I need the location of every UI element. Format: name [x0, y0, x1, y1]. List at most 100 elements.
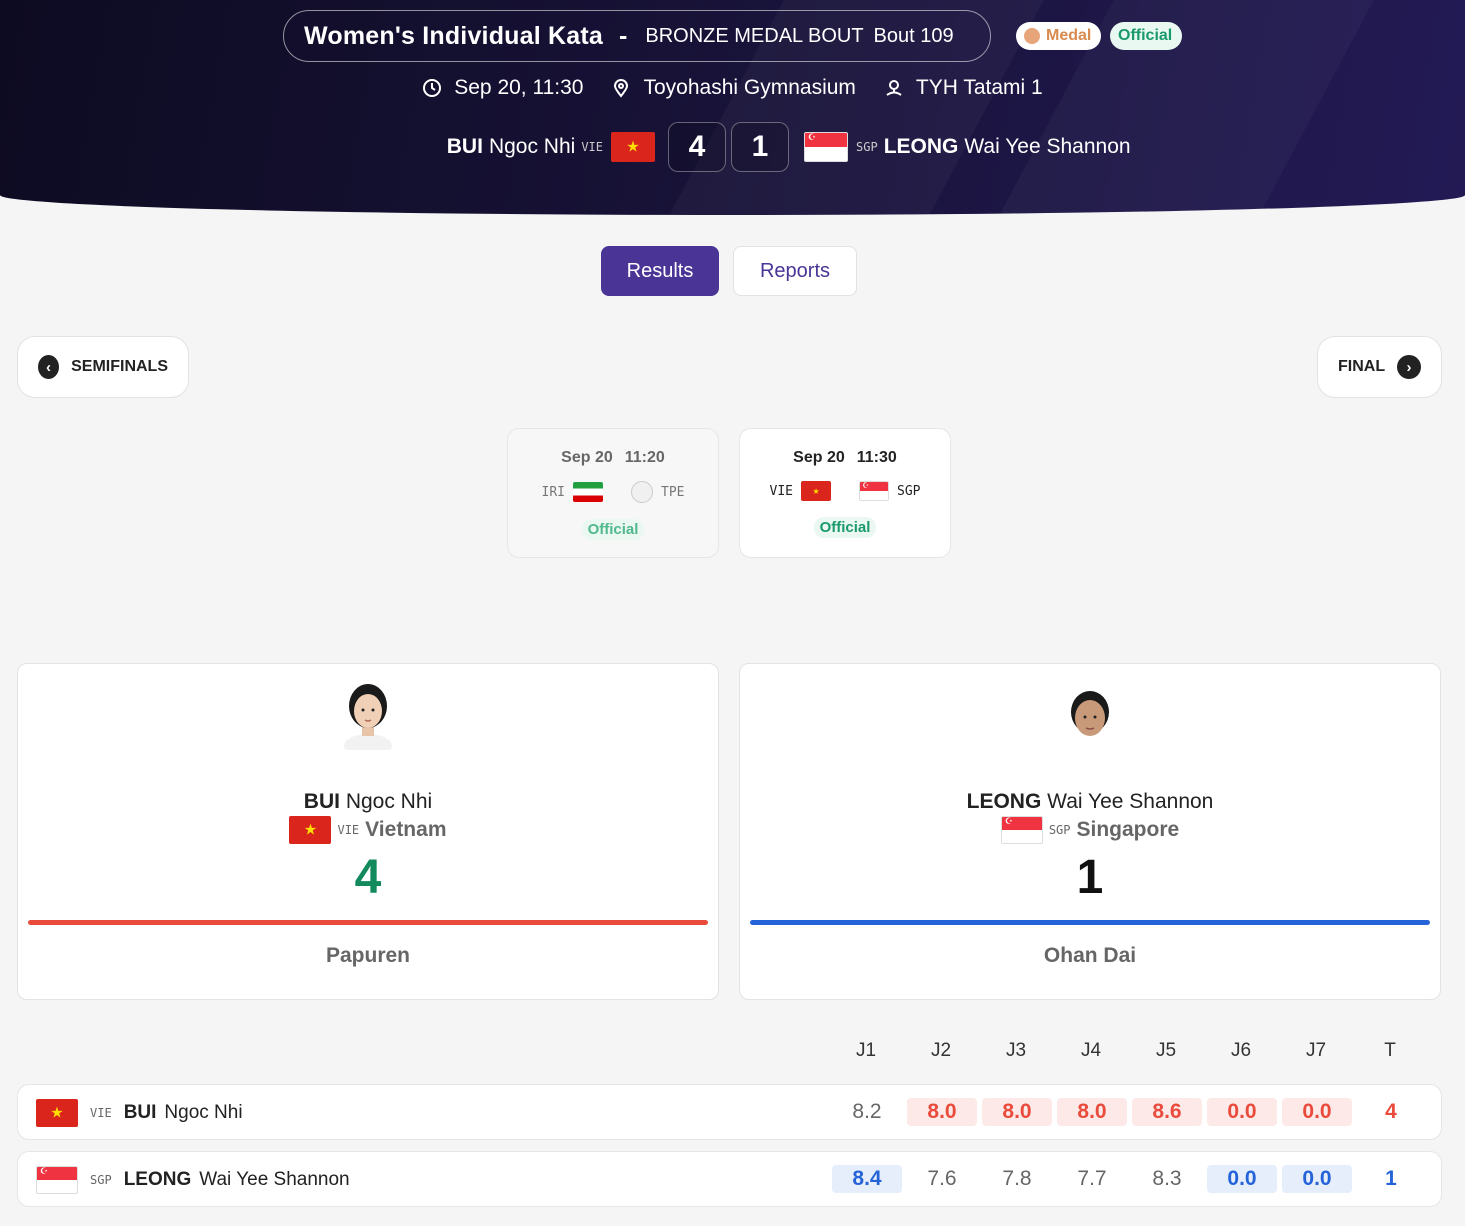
clock-icon: [423, 79, 442, 97]
singapore-flag-icon: [804, 132, 848, 162]
table-row[interactable]: SGP LEONG Wai Yee Shannon 8.4 7.6 7.8 7.…: [17, 1151, 1442, 1207]
total-score: 4: [1385, 1100, 1397, 1123]
tatami-area-icon: [886, 80, 902, 96]
red-given-name: Ngoc Nhi: [488, 135, 576, 158]
judge-score: 7.7: [1077, 1167, 1107, 1190]
tab-results[interactable]: Results: [601, 246, 719, 296]
judge-score: 8.0: [982, 1098, 1052, 1126]
next-round-button[interactable]: FINAL ›: [1317, 336, 1442, 398]
medal-badge-label: Medal: [1046, 27, 1092, 44]
athlete-country: SGP Singapore: [740, 816, 1440, 844]
row-athlete: VIE BUI Ngoc Nhi: [36, 1085, 243, 1141]
official-badge: Official: [1110, 22, 1183, 50]
judge-score: 7.6: [927, 1167, 957, 1190]
match-teams: IRI TPE: [508, 481, 718, 503]
judge-score: 8.0: [1057, 1098, 1127, 1126]
previous-round-label: SEMIFINALS: [71, 358, 168, 375]
column-header: J4: [1080, 1040, 1102, 1061]
athlete-given-name: Ngoc Nhi: [345, 790, 433, 813]
judge-score: 8.6: [1132, 1098, 1202, 1126]
tab-reports[interactable]: Reports: [733, 246, 857, 296]
athlete-country-name: Vietnam: [365, 818, 447, 841]
title-separator: -: [619, 21, 628, 50]
red-noc: VIE: [581, 140, 603, 154]
row-noc: SGP: [90, 1173, 112, 1187]
athlete-card-red: BUI Ngoc Nhi VIE Vietnam 4 Papuren: [17, 663, 719, 1000]
judges-table-header: J1 J2 J3 J4 J5 J6 J7 T: [0, 1040, 1465, 1064]
red-score-box: 4: [668, 122, 726, 172]
column-header: T: [1384, 1040, 1396, 1061]
row-athlete: SGP LEONG Wai Yee Shannon: [36, 1152, 350, 1208]
singapore-flag-icon: [1000, 816, 1043, 844]
blue-surname: LEONG: [883, 135, 959, 158]
column-header: J1: [855, 1040, 877, 1061]
athlete-noc: SGP: [1048, 823, 1071, 837]
judge-score: 8.0: [907, 1098, 977, 1126]
row-noc: VIE: [90, 1106, 112, 1120]
column-header: J2: [930, 1040, 952, 1061]
table-row[interactable]: VIE BUI Ngoc Nhi 8.2 8.0 8.0 8.0 8.6 0.0…: [17, 1084, 1442, 1140]
athlete-surname: LEONG: [966, 790, 1042, 813]
blue-score-box: 1: [731, 122, 789, 172]
previous-round-button[interactable]: ‹ SEMIFINALS: [17, 336, 189, 398]
chevron-left-icon: ‹: [38, 355, 60, 379]
official-badge-label: Official: [1118, 27, 1173, 44]
event-title-pill: Women's Individual Kata - BRONZE MEDAL B…: [283, 10, 991, 62]
judge-score: 0.0: [1207, 1098, 1277, 1126]
total-score: 1: [1385, 1167, 1397, 1190]
vietnam-flag-icon: [36, 1099, 78, 1127]
header-athlete-blue[interactable]: SGP LEONG Wai Yee Shannon: [804, 132, 1131, 162]
kata-name: Ohan Dai: [1043, 944, 1137, 967]
match-teams: VIE SGP: [740, 481, 950, 501]
event-header: Women's Individual Kata - BRONZE MEDAL B…: [0, 0, 1465, 215]
athlete-score: 1: [1076, 851, 1104, 904]
event-info-row: Sep 20, 11:30 Toyohashi Gymnasium TYH Ta…: [0, 76, 1465, 100]
athlete-score: 4: [354, 851, 382, 904]
location-pin-icon: [614, 79, 629, 98]
event-area: TYH Tatami 1: [884, 76, 1043, 100]
athlete-country-name: Singapore: [1076, 818, 1180, 841]
judge-score: 0.0: [1207, 1165, 1277, 1193]
event-datetime: Sep 20, 11:30: [422, 76, 583, 100]
datetime-text: Sep 20, 11:30: [454, 76, 584, 99]
red-corner-bar: [28, 920, 708, 925]
away-noc: SGP: [897, 483, 921, 499]
match-card[interactable]: Sep 20 11:20 IRI TPE Official: [507, 428, 719, 558]
athlete-country: VIE Vietnam: [18, 816, 718, 844]
athlete-avatar[interactable]: [338, 676, 398, 750]
match-card-current[interactable]: Sep 20 11:30 VIE SGP Official: [739, 428, 951, 558]
home-noc: IRI: [541, 484, 565, 500]
next-round-label: FINAL: [1338, 358, 1386, 375]
judge-score: 8.3: [1152, 1167, 1182, 1190]
match-date: Sep 20: [561, 449, 613, 466]
vietnam-flag-icon: [289, 816, 332, 844]
header-athlete-red[interactable]: BUI Ngoc Nhi VIE: [447, 132, 655, 162]
column-header: J5: [1155, 1040, 1177, 1061]
match-datetime: Sep 20 11:20: [508, 449, 718, 467]
home-noc: VIE: [769, 483, 793, 499]
singapore-flag-icon: [859, 481, 889, 501]
match-datetime: Sep 20 11:30: [740, 449, 950, 467]
judge-score: 8.4: [832, 1165, 902, 1193]
judge-score: 8.2: [852, 1100, 882, 1123]
athlete-name[interactable]: BUI Ngoc Nhi: [18, 790, 718, 814]
athlete-name[interactable]: LEONG Wai Yee Shannon: [740, 790, 1440, 814]
row-given-name: Wai Yee Shannon: [199, 1169, 350, 1190]
row-surname: BUI: [123, 1102, 157, 1123]
chevron-right-icon: ›: [1397, 355, 1421, 379]
venue-text: Toyohashi Gymnasium: [643, 76, 856, 99]
header-score-row: BUI Ngoc Nhi VIE 4 1 SGP LEONG Wai Yee S…: [0, 122, 1465, 172]
event-phase: BRONZE MEDAL BOUT: [645, 24, 864, 47]
match-time: 11:30: [856, 449, 897, 466]
athlete-given-name: Wai Yee Shannon: [1047, 790, 1214, 813]
column-header: J3: [1005, 1040, 1027, 1061]
judge-score: 0.0: [1282, 1098, 1352, 1126]
blue-corner-bar: [750, 920, 1430, 925]
red-surname: BUI: [446, 135, 483, 158]
match-status: Official: [581, 519, 645, 540]
event-venue: Toyohashi Gymnasium: [611, 76, 856, 100]
athlete-avatar[interactable]: [1060, 676, 1120, 750]
bout-number: Bout 109: [873, 24, 954, 47]
vietnam-flag-icon: [611, 132, 655, 162]
row-given-name: Ngoc Nhi: [164, 1102, 243, 1123]
